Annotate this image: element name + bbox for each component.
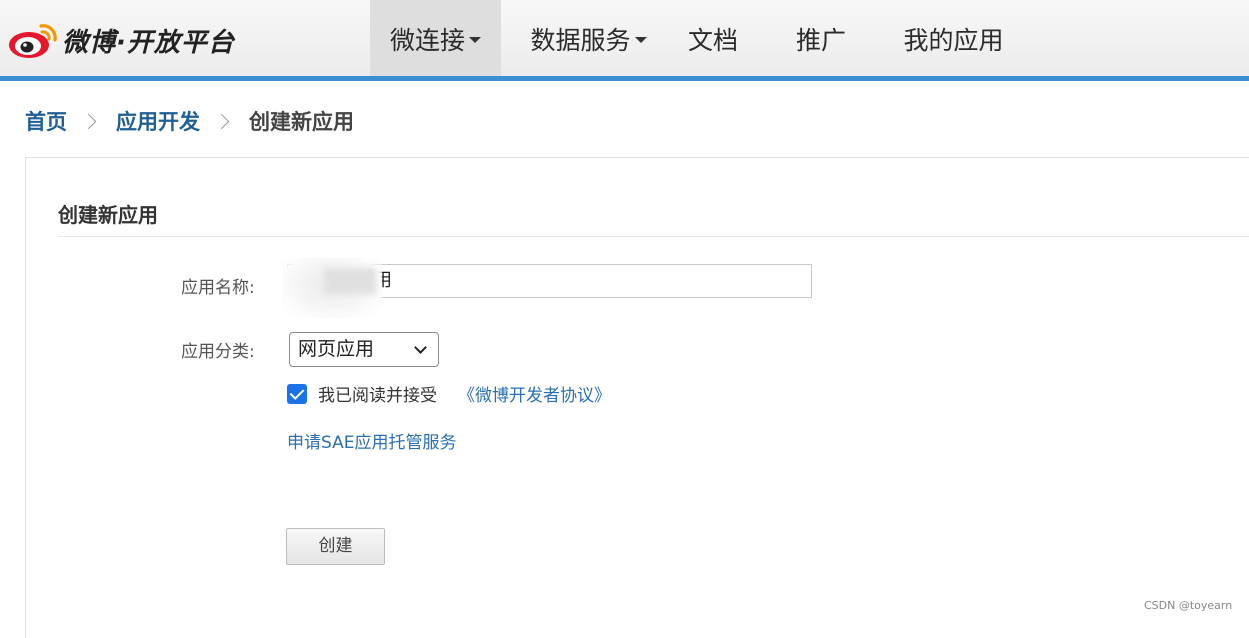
weibo-logo[interactable]: 微博·开放平台	[8, 18, 235, 62]
developer-agreement-link[interactable]: 《微博开发者协议》	[458, 381, 611, 406]
weibo-eye-icon	[9, 24, 57, 58]
nav-label: 文档	[687, 26, 738, 55]
nav-label: 微连接	[389, 26, 465, 55]
app-name-value: 用	[374, 270, 392, 291]
breadcrumb-app-development[interactable]: 应用开发	[116, 106, 200, 136]
nav-weilianjie[interactable]: 微连接	[370, 0, 501, 76]
agree-text: 我已阅读并接受	[318, 386, 437, 406]
breadcrumb-home[interactable]: 首页	[25, 106, 67, 136]
brand-name: 微博·开放平台	[62, 27, 235, 58]
nav-my-apps[interactable]: 我的应用	[896, 0, 1011, 76]
nav-docs[interactable]: 文档	[680, 0, 746, 76]
agree-checkbox[interactable]	[287, 384, 307, 404]
checkmark-icon	[289, 385, 305, 400]
chevron-right-icon	[213, 113, 230, 129]
nav-data-services[interactable]: 数据服务	[521, 0, 656, 76]
breadcrumb: 首页 应用开发 创建新应用	[25, 106, 354, 136]
chevron-right-icon	[80, 113, 97, 129]
app-category-label: 应用分类:	[181, 342, 255, 362]
nav-label: 数据服务	[530, 26, 631, 55]
panel-title: 创建新应用	[58, 203, 158, 227]
sae-hosting-link[interactable]: 申请SAE应用托管服务	[287, 428, 456, 453]
chevron-down-icon	[414, 341, 427, 354]
top-navigation-bar: 微博·开放平台 微连接 数据服务 文档 推广 我的应用	[0, 0, 1249, 81]
divider	[58, 236, 1249, 237]
caret-down-icon	[634, 37, 647, 43]
app-name-label: 应用名称:	[181, 278, 255, 298]
app-category-value: 网页应用	[298, 338, 375, 360]
watermark: CSDN @toyearn	[1144, 599, 1233, 612]
nav-promotion[interactable]: 推广	[788, 0, 854, 76]
nav-label: 我的应用	[903, 26, 1004, 55]
create-button[interactable]: 创建	[286, 528, 385, 565]
create-app-panel	[25, 157, 1249, 638]
nav-label: 推广	[795, 26, 846, 55]
caret-down-icon	[469, 37, 481, 43]
breadcrumb-current: 创建新应用	[249, 110, 354, 134]
app-name-input[interactable]: 用	[287, 264, 812, 298]
app-category-select[interactable]: 网页应用	[289, 332, 439, 367]
